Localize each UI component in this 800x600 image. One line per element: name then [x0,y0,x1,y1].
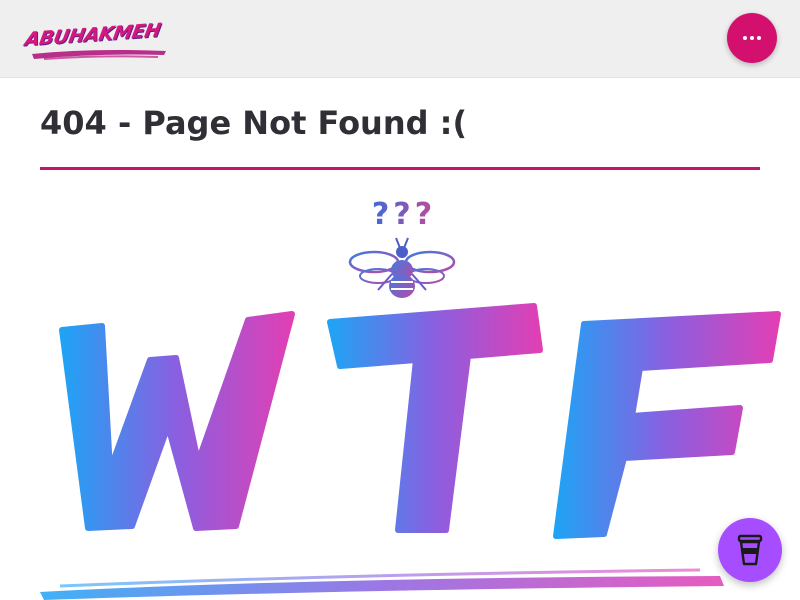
site-header: ABUHAKMEH [0,0,800,78]
page-title: 404 - Page Not Found :( [40,104,468,142]
wtf-brush-text [59,303,781,539]
bee-icon [348,237,456,298]
wtf-illustration: ??? [40,197,781,600]
question-marks: ??? [372,197,436,232]
more-horizontal-icon [743,36,761,40]
brush-underline [40,568,724,600]
buy-me-a-coffee-button[interactable] [718,518,782,582]
coffee-cup-icon [737,534,763,566]
site-logo[interactable]: ABUHAKMEH [20,18,175,66]
title-divider [40,167,760,170]
menu-button[interactable] [727,13,777,63]
